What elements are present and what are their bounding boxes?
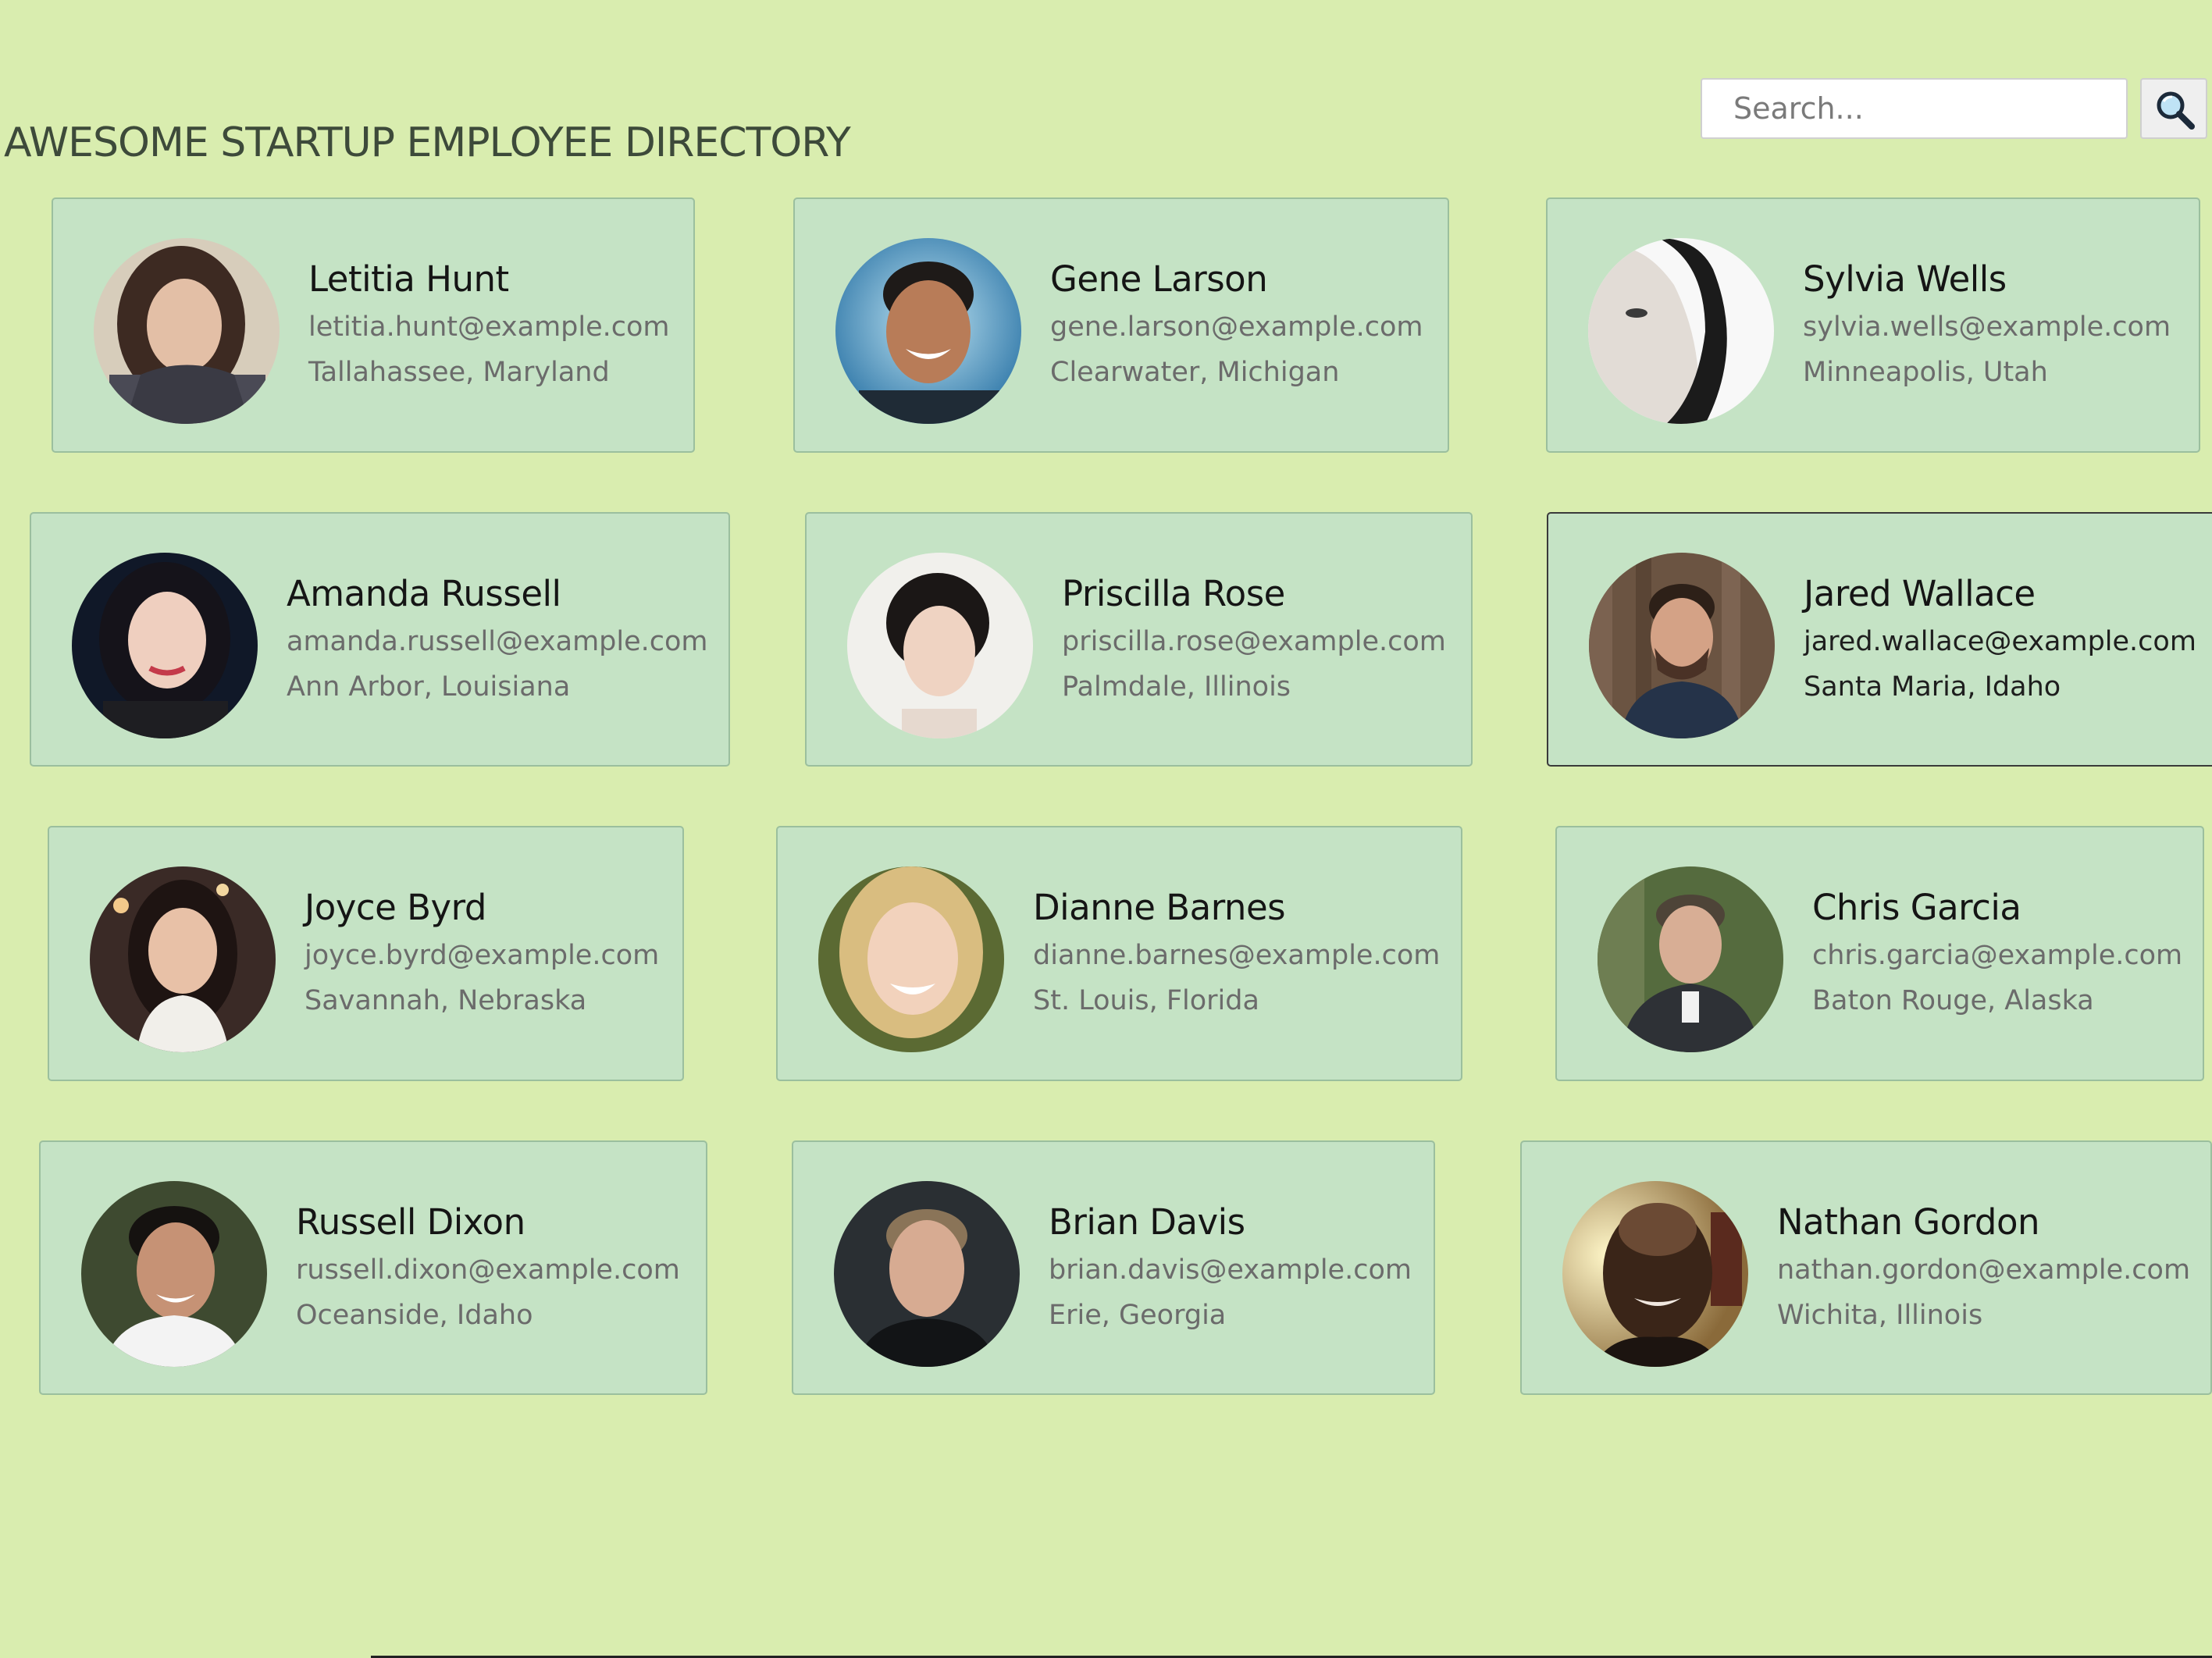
employee-avatar <box>94 238 280 424</box>
employee-email: gene.larson@example.com <box>1050 311 1423 343</box>
employee-avatar <box>1598 866 1783 1052</box>
employee-avatar <box>72 553 258 738</box>
employee-card[interactable]: Joyce Byrd joyce.byrd@example.com Savann… <box>48 826 684 1081</box>
employee-avatar <box>818 866 1004 1052</box>
employee-location: Oceanside, Idaho <box>296 1300 533 1331</box>
employee-location: St. Louis, Florida <box>1033 985 1259 1016</box>
employee-name: Letitia Hunt <box>308 258 509 300</box>
employee-avatar <box>835 238 1021 424</box>
employee-card[interactable]: Chris Garcia chris.garcia@example.com Ba… <box>1555 826 2204 1081</box>
employee-email: brian.davis@example.com <box>1049 1254 1412 1286</box>
employee-email: chris.garcia@example.com <box>1812 940 2183 971</box>
employee-name: Brian Davis <box>1049 1201 1245 1243</box>
page-title: AWESOME STARTUP EMPLOYEE DIRECTORY <box>4 119 851 166</box>
employee-name: Sylvia Wells <box>1803 258 2007 300</box>
employee-location: Erie, Georgia <box>1049 1300 1227 1331</box>
employee-location: Wichita, Illinois <box>1777 1300 1983 1331</box>
employee-name: Amanda Russell <box>287 573 561 614</box>
employee-location: Savannah, Nebraska <box>305 985 587 1016</box>
employee-card[interactable]: Nathan Gordon nathan.gordon@example.com … <box>1520 1140 2212 1395</box>
employee-name: Jared Wallace <box>1804 573 2036 614</box>
employee-email: russell.dixon@example.com <box>296 1254 680 1286</box>
employee-avatar <box>847 553 1033 738</box>
employee-card[interactable]: Priscilla Rose priscilla.rose@example.co… <box>805 512 1473 767</box>
employee-email: amanda.russell@example.com <box>287 626 708 657</box>
employee-card[interactable]: Jared Wallace jared.wallace@example.com … <box>1547 512 2212 767</box>
employee-avatar <box>1589 553 1775 738</box>
employee-location: Ann Arbor, Louisiana <box>287 671 571 703</box>
employee-location: Palmdale, Illinois <box>1062 671 1291 703</box>
search-button[interactable] <box>2140 78 2207 139</box>
employee-name: Dianne Barnes <box>1033 887 1286 928</box>
employee-card[interactable]: Sylvia Wells sylvia.wells@example.com Mi… <box>1546 197 2200 453</box>
employee-email: letitia.hunt@example.com <box>308 311 670 343</box>
employee-email: jared.wallace@example.com <box>1804 626 2196 657</box>
employee-card[interactable]: Gene Larson gene.larson@example.com Clea… <box>793 197 1449 453</box>
employee-avatar <box>834 1181 1020 1367</box>
employee-card[interactable]: Amanda Russell amanda.russell@example.co… <box>30 512 730 767</box>
search-input[interactable] <box>1701 78 2128 139</box>
employee-card[interactable]: Russell Dixon russell.dixon@example.com … <box>39 1140 707 1395</box>
employee-card[interactable]: Letitia Hunt letitia.hunt@example.com Ta… <box>52 197 695 453</box>
employee-name: Chris Garcia <box>1812 887 2021 928</box>
employee-card[interactable]: Brian Davis brian.davis@example.com Erie… <box>792 1140 1435 1395</box>
employee-email: joyce.byrd@example.com <box>305 940 660 971</box>
employee-location: Clearwater, Michigan <box>1050 357 1340 388</box>
employee-email: dianne.barnes@example.com <box>1033 940 1441 971</box>
employee-avatar <box>1562 1181 1748 1367</box>
employee-email: nathan.gordon@example.com <box>1777 1254 2191 1286</box>
employee-name: Russell Dixon <box>296 1201 525 1243</box>
employee-avatar <box>81 1181 267 1367</box>
employee-name: Priscilla Rose <box>1062 573 1285 614</box>
employee-name: Joyce Byrd <box>305 887 486 928</box>
employee-email: sylvia.wells@example.com <box>1803 311 2171 343</box>
employee-card[interactable]: Dianne Barnes dianne.barnes@example.com … <box>776 826 1462 1081</box>
employee-name: Nathan Gordon <box>1777 1201 2040 1243</box>
employee-email: priscilla.rose@example.com <box>1062 626 1446 657</box>
employee-location: Santa Maria, Idaho <box>1804 671 2061 703</box>
employee-location: Tallahassee, Maryland <box>308 357 610 388</box>
employee-location: Minneapolis, Utah <box>1803 357 2048 388</box>
employee-avatar <box>1588 238 1774 424</box>
employee-avatar <box>90 866 276 1052</box>
employee-name: Gene Larson <box>1050 258 1268 300</box>
employee-location: Baton Rouge, Alaska <box>1812 985 2094 1016</box>
